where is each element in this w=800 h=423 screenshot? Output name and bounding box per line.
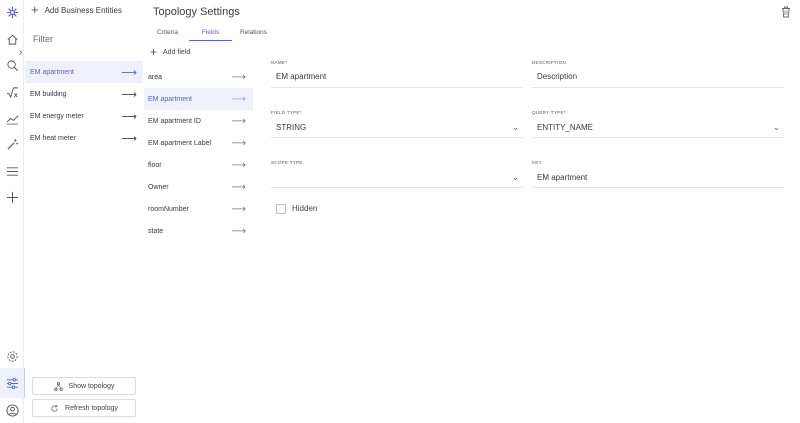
key-input[interactable]: EM apartment — [537, 173, 587, 182]
menu-icon[interactable] — [5, 164, 19, 178]
entity-item[interactable]: EM apartment ⟶ — [25, 61, 143, 83]
arrow-right-icon: ⟶ — [231, 93, 246, 105]
field-item[interactable]: EM apartment Label ⟶ — [144, 132, 253, 154]
field-item-label: state — [148, 227, 164, 235]
tab-criteria[interactable]: Criteria — [146, 26, 189, 41]
page-title: Topology Settings — [153, 6, 240, 18]
home-icon[interactable] — [5, 32, 19, 46]
arrow-right-icon: ⟶ — [121, 88, 137, 101]
arrow-right-icon: ⟶ — [231, 115, 246, 127]
chevron-down-icon[interactable]: ⌄ — [512, 123, 519, 132]
refresh-topology-label: Refresh topology — [65, 404, 118, 412]
arrow-right-icon: ⟶ — [231, 225, 246, 237]
add-field-button[interactable]: + Add field — [150, 45, 191, 59]
tab-relations[interactable]: Relations — [232, 26, 275, 41]
query-type-underline — [532, 137, 784, 138]
query-type-select[interactable]: ENTITY_NAME — [537, 123, 593, 132]
key-label: KEY — [532, 160, 542, 165]
field-item[interactable]: roomNumber ⟶ — [144, 198, 253, 220]
field-item[interactable]: state ⟶ — [144, 220, 253, 242]
logo-icon[interactable] — [5, 5, 19, 19]
chevron-down-icon[interactable]: ⌄ — [512, 173, 519, 182]
entity-item-label: EM apartment — [30, 68, 74, 76]
arrow-right-icon: ⟶ — [231, 159, 246, 171]
field-item[interactable]: Owner ⟶ — [144, 176, 253, 198]
field-item-label: Owner — [148, 183, 169, 191]
name-underline — [271, 87, 523, 88]
filters-icon[interactable] — [5, 376, 19, 390]
query-type-label: QUERY TYPE* — [532, 110, 566, 115]
add-business-entities-label: Add Business Entities — [44, 5, 122, 15]
key-underline — [532, 187, 784, 188]
field-item[interactable]: EM apartment ID ⟶ — [144, 110, 253, 132]
tabs: Criteria Fields Relations — [146, 26, 275, 41]
icon-rail — [0, 0, 25, 423]
arrow-right-icon: ⟶ — [231, 71, 246, 83]
description-input[interactable]: Description — [537, 72, 577, 81]
tab-fields[interactable]: Fields — [189, 26, 232, 41]
scope-type-label: SCOPE TYPE — [271, 160, 303, 165]
entity-item[interactable]: EM energy meter ⟶ — [25, 105, 143, 127]
field-type-select[interactable]: STRING — [276, 123, 306, 132]
user-icon[interactable] — [5, 403, 19, 417]
show-topology-label: Show topology — [68, 382, 115, 390]
hidden-checkbox-label: Hidden — [292, 204, 318, 213]
arrow-right-icon: ⟶ — [121, 110, 137, 123]
field-item-label: floor — [148, 161, 162, 169]
name-input[interactable]: EM apartment — [276, 72, 326, 81]
refresh-icon — [51, 404, 58, 412]
chevron-down-icon[interactable]: ⌄ — [773, 123, 780, 132]
entity-panel: + Add Business Entities › Filter EM apar… — [19, 0, 143, 423]
entity-item-label: EM building — [30, 90, 67, 98]
field-item[interactable]: floor ⟶ — [144, 154, 253, 176]
name-label: NAME* — [271, 60, 288, 65]
entity-item-label: EM heat meter — [30, 134, 76, 142]
arrow-right-icon: ⟶ — [121, 66, 137, 79]
entity-item[interactable]: EM building ⟶ — [25, 83, 143, 105]
entity-list: EM apartment ⟶ EM building ⟶ EM energy m… — [25, 61, 143, 149]
field-item[interactable]: area ⟶ — [144, 66, 253, 88]
trend-icon[interactable] — [5, 111, 19, 125]
description-underline — [532, 87, 784, 88]
scope-type-underline — [271, 187, 523, 188]
field-list: area ⟶ EM apartment ⟶ EM apartment ID ⟶ … — [144, 66, 253, 242]
field-item-label: roomNumber — [148, 205, 189, 213]
field-item-label: area — [148, 73, 163, 81]
add-field-label: Add field — [163, 48, 191, 56]
topology-icon — [53, 381, 63, 391]
chevron-right-icon[interactable]: › — [19, 47, 22, 58]
plus-icon: + — [150, 45, 158, 59]
field-item-label: EM apartment Label — [148, 139, 212, 147]
arrow-right-icon: ⟶ — [231, 137, 246, 149]
entity-item[interactable]: EM heat meter ⟶ — [25, 127, 143, 149]
refresh-topology-button[interactable]: Refresh topology — [32, 399, 136, 417]
search-icon[interactable] — [5, 58, 19, 72]
arrow-right-icon: ⟶ — [231, 203, 246, 215]
field-item-label: EM apartment ID — [148, 117, 201, 125]
entity-item-label: EM energy meter — [30, 112, 84, 120]
show-topology-button[interactable]: Show topology — [32, 377, 136, 395]
arrow-right-icon: ⟶ — [231, 181, 246, 193]
plus-icon: + — [31, 2, 39, 17]
formula-icon[interactable] — [5, 85, 19, 99]
field-item-label: EM apartment — [148, 95, 192, 103]
add-business-entities-button[interactable]: + Add Business Entities — [31, 2, 122, 17]
magic-icon[interactable] — [5, 137, 19, 151]
trash-icon[interactable] — [781, 6, 791, 18]
field-item[interactable]: EM apartment ⟶ — [144, 88, 253, 110]
filter-label: Filter — [33, 34, 53, 44]
settings-icon[interactable] — [5, 349, 19, 363]
field-type-label: FIELD TYPE* — [271, 110, 302, 115]
field-type-underline — [271, 137, 523, 138]
description-label: DESCRIPTION — [532, 60, 567, 65]
arrow-right-icon: ⟶ — [121, 132, 137, 145]
add-icon[interactable] — [5, 190, 19, 204]
hidden-checkbox[interactable] — [276, 204, 286, 214]
